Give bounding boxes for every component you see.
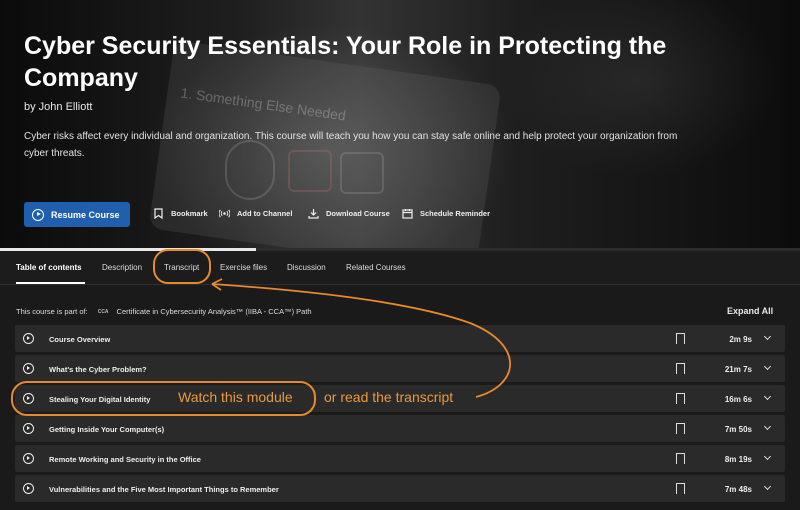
tab-discussion[interactable]: Discussion	[287, 263, 326, 272]
bookmark-button[interactable]: Bookmark	[153, 208, 208, 219]
path-prefix: This course is part of:	[16, 307, 88, 316]
chevron-down-icon[interactable]	[763, 392, 772, 401]
module-title: Stealing Your Digital Identity	[49, 395, 151, 404]
module-title: Course Overview	[49, 335, 111, 344]
bookmark-icon[interactable]	[676, 423, 685, 434]
course-author: by John Elliott	[24, 101, 93, 113]
download-course-button[interactable]: Download Course	[308, 208, 390, 219]
annotation-watch-text: Watch this module	[178, 389, 293, 405]
module-title: What's the Cyber Problem?	[49, 365, 147, 374]
chevron-down-icon[interactable]	[763, 422, 772, 431]
module-title: Vulnerabilities and the Five Most Import…	[49, 485, 279, 494]
cca-logo: CCA	[97, 308, 109, 315]
tab-exercise-files[interactable]: Exercise files	[220, 263, 267, 272]
path-link[interactable]: Certificate in Cybersecurity Analysis™ (…	[117, 307, 312, 316]
module-title: Getting Inside Your Computer(s)	[49, 425, 165, 434]
bookmark-icon	[153, 208, 164, 219]
tab-table-of-contents[interactable]: Table of contents	[16, 263, 82, 272]
module-duration: 8m 19s	[724, 454, 752, 464]
bookmark-icon[interactable]	[676, 393, 685, 404]
module-row[interactable]: Remote Working and Security in the Offic…	[15, 445, 785, 472]
play-circle-icon[interactable]	[23, 423, 34, 434]
tab-related-courses[interactable]: Related Courses	[346, 263, 406, 272]
resume-course-label: Resume Course	[51, 209, 120, 220]
module-row[interactable]: Vulnerabilities and the Five Most Import…	[15, 475, 785, 502]
bookmark-icon[interactable]	[676, 363, 685, 374]
calendar-icon	[402, 208, 413, 219]
expand-all-button[interactable]: Expand All	[727, 306, 773, 316]
resume-course-button[interactable]: Resume Course	[24, 202, 130, 227]
play-circle-icon[interactable]	[23, 393, 34, 404]
play-circle-icon[interactable]	[23, 363, 34, 374]
add-to-channel-label: Add to Channel	[237, 209, 293, 218]
download-icon	[308, 208, 319, 219]
tab-description[interactable]: Description	[102, 263, 142, 272]
module-duration: 7m 50s	[724, 424, 752, 434]
chevron-down-icon[interactable]	[763, 362, 772, 371]
add-to-channel-button[interactable]: Add to Channel	[219, 208, 292, 219]
module-row[interactable]: What's the Cyber Problem? 21m 7s	[15, 355, 785, 382]
bookmark-icon[interactable]	[676, 483, 685, 494]
active-tab-indicator	[16, 282, 85, 284]
course-description: Cyber risks affect every individual and …	[24, 131, 678, 159]
bookmark-icon[interactable]	[676, 333, 685, 344]
course-tabs: Table of contents Description Transcript…	[0, 251, 800, 285]
download-course-label: Download Course	[326, 209, 390, 218]
broadcast-icon	[219, 208, 230, 219]
course-title: Cyber Security Essentials: Your Role in …	[24, 32, 667, 92]
bookmark-icon[interactable]	[676, 453, 685, 464]
play-circle-icon[interactable]	[23, 483, 34, 494]
module-duration: 21m 7s	[724, 364, 752, 374]
chevron-down-icon[interactable]	[763, 452, 772, 461]
schedule-reminder-label: Schedule Reminder	[420, 209, 491, 218]
play-circle-icon[interactable]	[23, 333, 34, 344]
schedule-reminder-button[interactable]: Schedule Reminder	[402, 208, 490, 219]
module-duration: 2m 9s	[729, 334, 752, 344]
module-list: Course Overview 2m 9s What's the Cyber P…	[15, 325, 785, 505]
play-circle-icon	[32, 208, 44, 221]
module-duration: 7m 48s	[724, 484, 752, 494]
module-duration: 16m 6s	[724, 394, 752, 404]
module-title: Remote Working and Security in the Offic…	[49, 455, 201, 464]
chevron-down-icon[interactable]	[763, 332, 772, 341]
path-info: This course is part of: CCA Certificate …	[16, 307, 312, 316]
annotation-read-text: or read the transcript	[324, 389, 454, 405]
chevron-down-icon[interactable]	[763, 482, 772, 491]
play-circle-icon[interactable]	[23, 453, 34, 464]
module-row[interactable]: Getting Inside Your Computer(s) 7m 50s	[15, 415, 785, 442]
module-row[interactable]: Course Overview 2m 9s	[15, 325, 785, 352]
tab-transcript[interactable]: Transcript	[164, 263, 199, 272]
bookmark-label: Bookmark	[171, 209, 208, 218]
